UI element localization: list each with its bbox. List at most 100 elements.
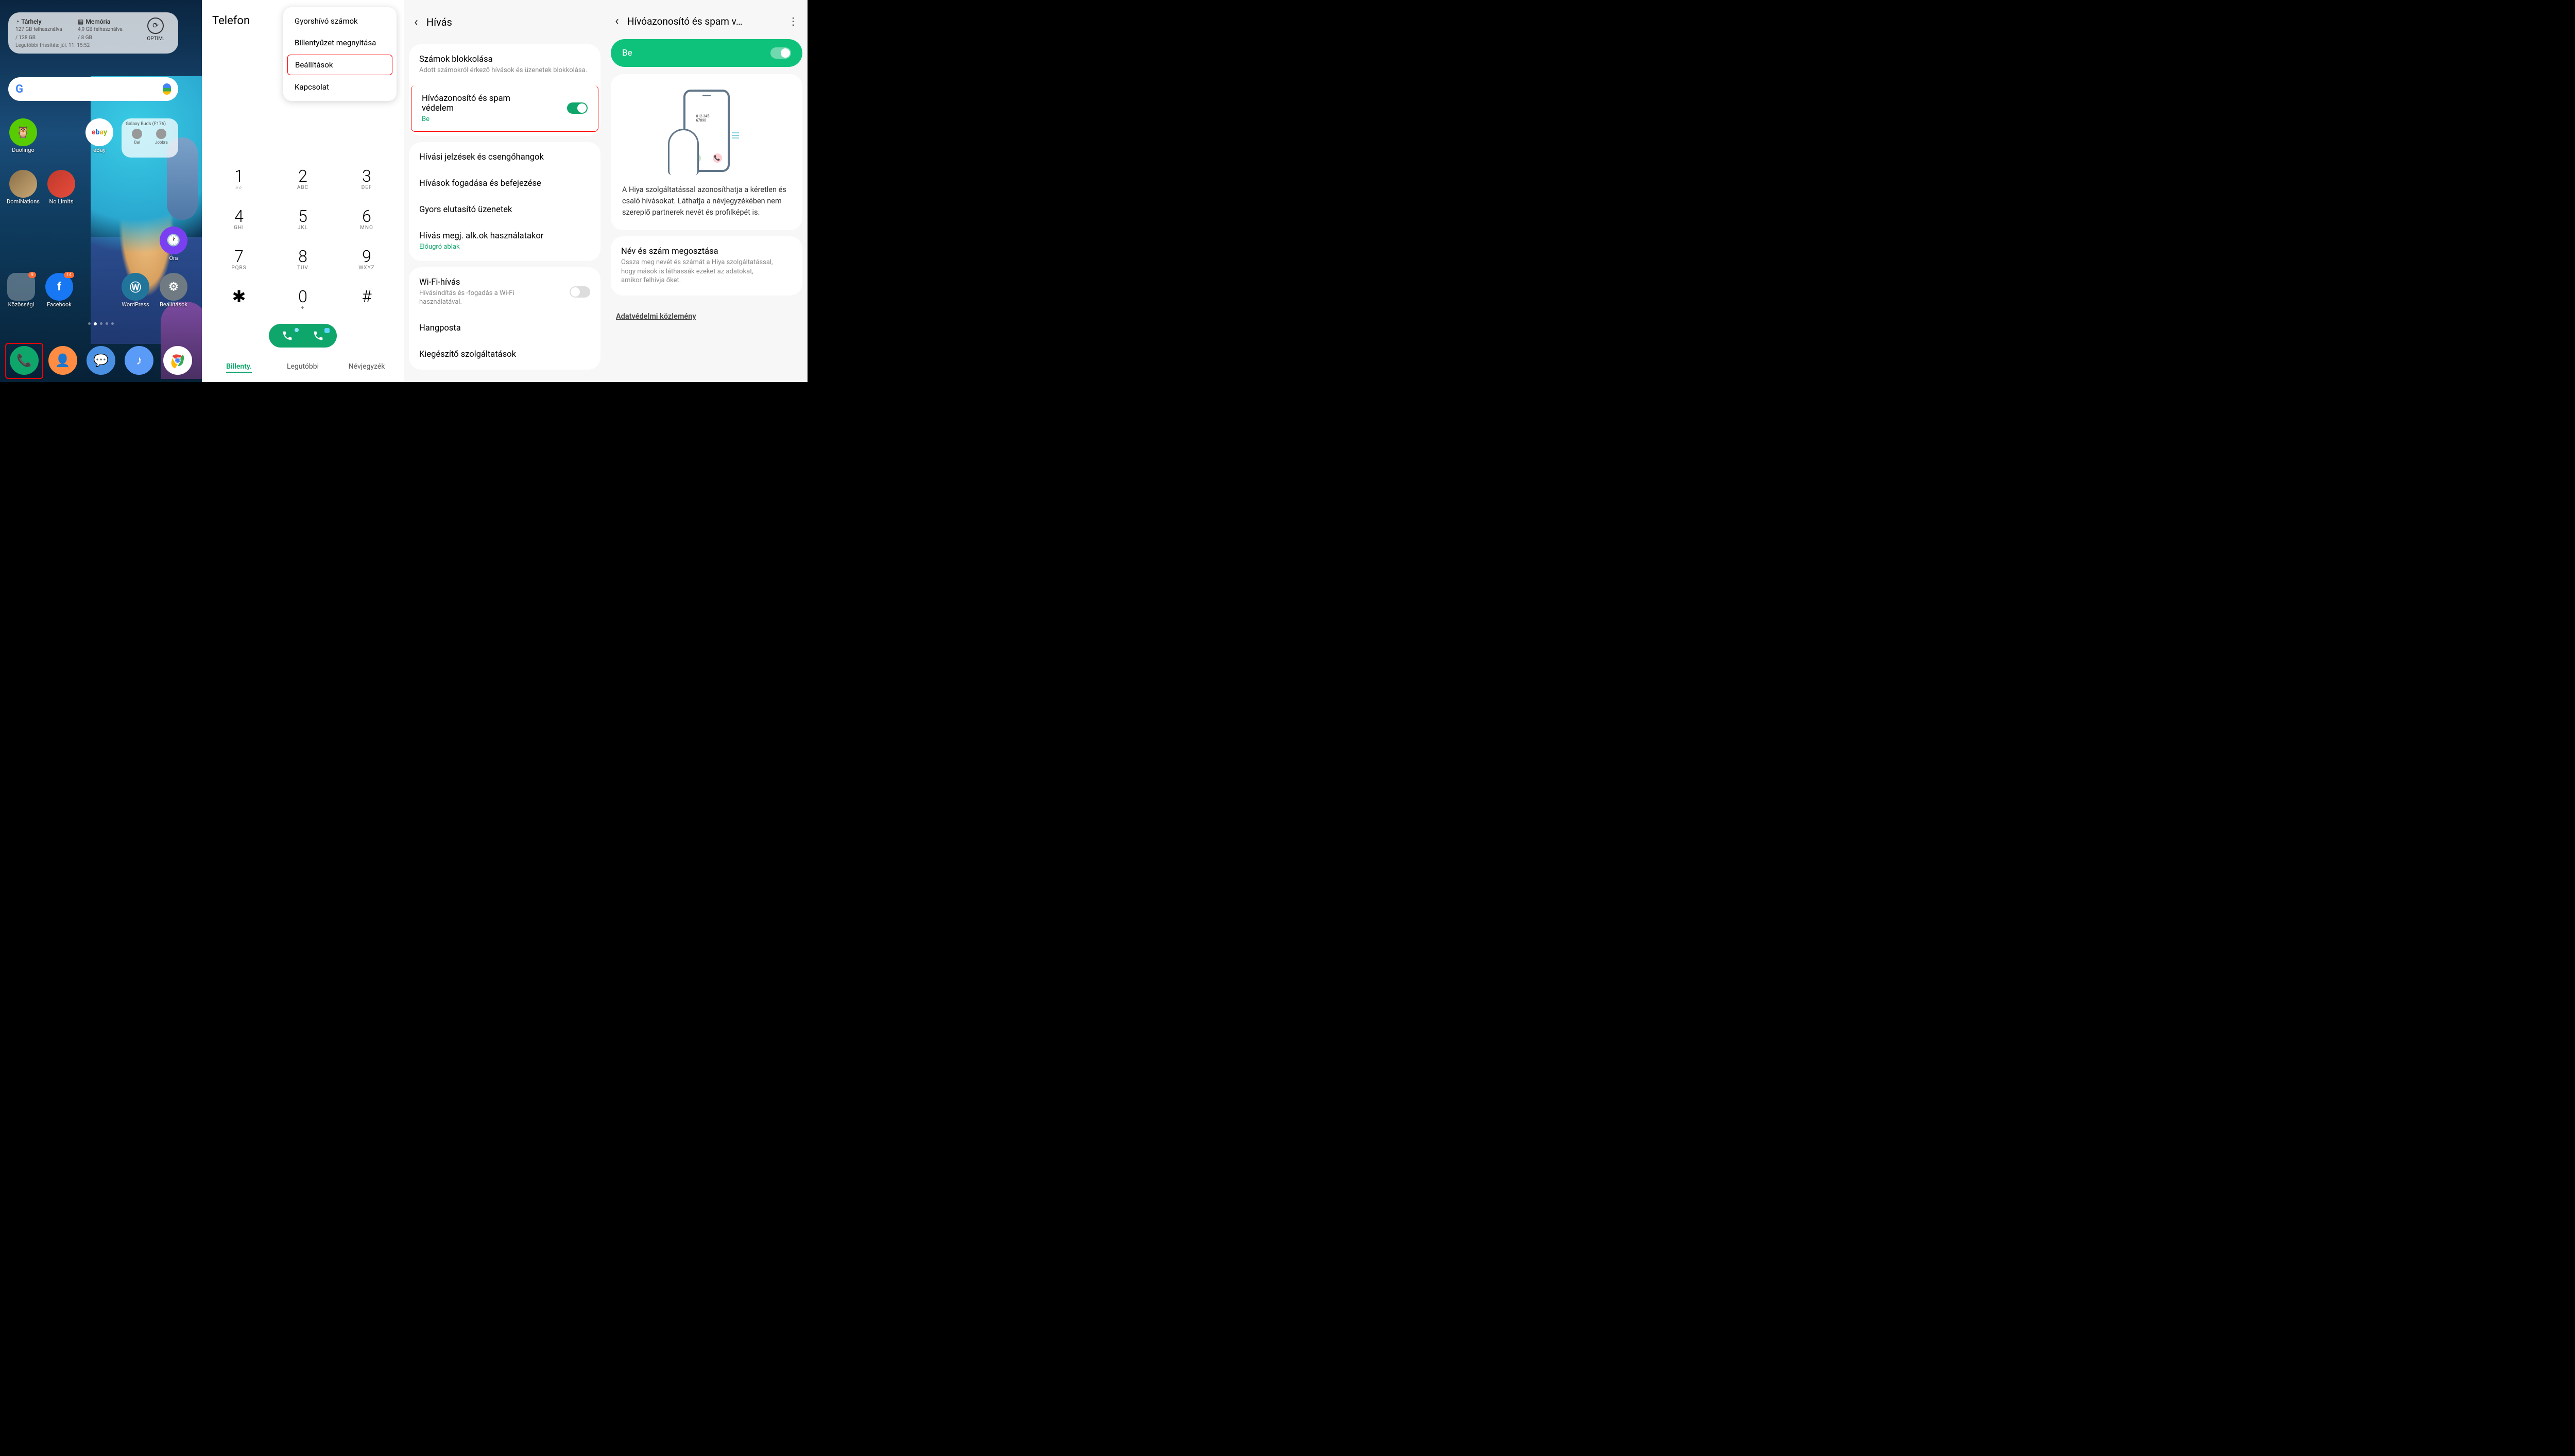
dialer-screen: Telefon Gyorshívó számok Billentyűzet me… [202, 0, 404, 382]
sim2-indicator [324, 328, 330, 333]
tab-recents[interactable]: Legutóbbi [271, 362, 335, 371]
phone-icon [282, 330, 293, 341]
item-voicemail[interactable]: Hangposta [409, 315, 600, 341]
dialer-tabs: Billenty. Legutóbbi Névjegyzék [207, 355, 399, 378]
callerid-screen: ‹ Hívóazonosító és spam v… ⋮ Be 012-345-… [606, 0, 808, 382]
share-name-number-item[interactable]: Név és szám megosztása Ossza meg nevét é… [611, 236, 802, 296]
settings-title: Hívás [426, 16, 452, 28]
tab-contacts[interactable]: Névjegyzék [335, 362, 399, 371]
clock-icon: 🕐 [160, 227, 187, 254]
google-logo-icon: G [15, 83, 23, 96]
app-clock[interactable]: 🕐 Óra [154, 227, 193, 262]
app-dominations[interactable]: DomiNations [4, 170, 42, 205]
wifi-calling-toggle[interactable] [570, 286, 590, 298]
badge: 14 [64, 272, 74, 278]
item-block-numbers[interactable]: Számok blokkolása Adott számokról érkező… [409, 46, 600, 83]
settings-group-3: Wi-Fi-hívás Hívásindítás és -fogadás a W… [409, 267, 600, 370]
more-menu-button[interactable]: ⋮ [788, 15, 798, 27]
key-1[interactable]: 1⌕⌕ [207, 158, 271, 198]
app-row-3: 🕐 Óra [0, 227, 202, 262]
callerid-info-card: 012-345-67890 📞 📞 A Hiya szolgáltatással… [611, 74, 802, 230]
gear-icon: ⚙ [160, 273, 187, 301]
call-sim2-button[interactable] [300, 324, 337, 348]
menu-settings[interactable]: Beállítások [287, 55, 392, 75]
messages-app[interactable]: 💬 [87, 346, 115, 375]
key-4[interactable]: 4GHI [207, 198, 271, 238]
app-facebook[interactable]: f14 Facebook [40, 273, 78, 308]
vibration-icon [732, 131, 739, 140]
optimize-button[interactable]: ⟳ OPTIM. [140, 18, 171, 42]
key-2[interactable]: 2ABC [271, 158, 335, 198]
master-toggle[interactable] [770, 47, 791, 59]
app-ebay[interactable]: ebay eBay [80, 118, 118, 153]
key-7[interactable]: 7PQRS [207, 238, 271, 279]
storage-heading: ◔Tárhely [15, 18, 74, 25]
key-5[interactable]: 5JKL [271, 198, 335, 238]
phone-app[interactable]: 📞 [10, 346, 39, 375]
app-community-folder[interactable]: 9 Közösségi [2, 273, 40, 308]
google-search-bar[interactable]: G [8, 77, 178, 101]
storage-widget[interactable]: ◔Tárhely ▦Memória ⟳ OPTIM. 127 GB felhas… [8, 12, 178, 54]
key-0[interactable]: 0+ [271, 279, 335, 319]
menu-open-keypad[interactable]: Billentyűzet megnyitása [283, 32, 397, 54]
item-quick-reject[interactable]: Gyors elutasító üzenetek [409, 197, 600, 223]
ebay-icon: ebay [85, 118, 113, 146]
key-star[interactable]: ✱ [207, 279, 271, 319]
key-6[interactable]: 6MNO [335, 198, 399, 238]
key-8[interactable]: 8TUV [271, 238, 335, 279]
decline-icon: 📞 [713, 153, 722, 163]
key-9[interactable]: 9WXYZ [335, 238, 399, 279]
back-button[interactable]: ‹ [615, 13, 619, 29]
chrome-icon [169, 352, 186, 369]
badge: 9 [28, 272, 36, 278]
contacts-app[interactable]: 👤 [48, 346, 77, 375]
app-wordpress[interactable]: Ⓦ WordPress [116, 273, 154, 308]
callerid-title: Hívóazonosító és spam v… [627, 15, 780, 27]
storage-icon: ◔ [15, 18, 19, 25]
key-3[interactable]: 3DEF [335, 158, 399, 198]
app-row-1: 🦉 Duolingo ebay eBay [0, 118, 202, 153]
storage-used: 127 GB felhasználva [15, 26, 74, 33]
nfs-icon [47, 170, 75, 198]
back-button[interactable]: ‹ [414, 14, 418, 30]
memory-heading: ▦Memória [78, 18, 136, 25]
last-update: Legutóbbi frissítés: júl. 11. 15:52 [15, 43, 136, 48]
item-call-answer[interactable]: Hívások fogadása és befejezése [409, 170, 600, 197]
settings-group-2: Hívási jelzések és csengőhangok Hívások … [409, 142, 600, 261]
hand-icon [668, 129, 699, 175]
item-callerid-spam[interactable]: Hívóazonosító és spam védelem Be [411, 85, 598, 132]
storage-total: / 128 GB [15, 34, 74, 42]
facebook-icon: f14 [45, 273, 73, 301]
item-call-display[interactable]: Hívás megj. alk.ok használatakor Előugró… [409, 223, 600, 259]
app-duolingo[interactable]: 🦉 Duolingo [4, 118, 42, 153]
mic-icon[interactable] [163, 83, 171, 95]
folder-icon: 9 [7, 273, 35, 301]
music-app[interactable]: ♪ [125, 346, 153, 375]
voicemail-icon: ⌕⌕ [235, 185, 242, 190]
privacy-notice-link[interactable]: Adatvédelmi közlemény [606, 302, 808, 331]
home-screen: ◔Tárhely ▦Memória ⟳ OPTIM. 127 GB felhas… [0, 0, 202, 382]
wordpress-icon: Ⓦ [122, 273, 149, 301]
menu-speed-dial[interactable]: Gyorshívó számok [283, 10, 397, 32]
item-call-alerts[interactable]: Hívási jelzések és csengőhangok [409, 144, 600, 170]
menu-contact[interactable]: Kapcsolat [283, 76, 397, 98]
callerid-header: ‹ Hívóazonosító és spam v… ⋮ [606, 0, 808, 39]
chrome-app[interactable] [163, 346, 192, 375]
app-nolimits[interactable]: No Limits [42, 170, 80, 205]
refresh-icon: ⟳ [147, 18, 164, 34]
item-supplementary[interactable]: Kiegészítő szolgáltatások [409, 341, 600, 368]
settings-group-1: Számok blokkolása Adott számokról érkező… [409, 44, 600, 136]
phone-illustration: 012-345-67890 📞 📞 [621, 84, 792, 182]
app-settings[interactable]: ⚙ Beállítások [154, 273, 193, 308]
sim1-indicator [295, 328, 299, 332]
phone-icon [313, 330, 324, 341]
item-wifi-calling[interactable]: Wi-Fi-hívás Hívásindítás és -fogadás a W… [409, 269, 600, 315]
duolingo-icon: 🦉 [9, 118, 37, 146]
tab-keypad[interactable]: Billenty. [207, 362, 271, 371]
settings-header: ‹ Hívás [404, 0, 606, 44]
key-hash[interactable]: # [335, 279, 399, 319]
master-toggle-row[interactable]: Be [611, 39, 802, 67]
callerid-toggle[interactable] [567, 102, 588, 114]
memory-icon: ▦ [78, 18, 83, 25]
toggle-label: Be [622, 48, 632, 58]
